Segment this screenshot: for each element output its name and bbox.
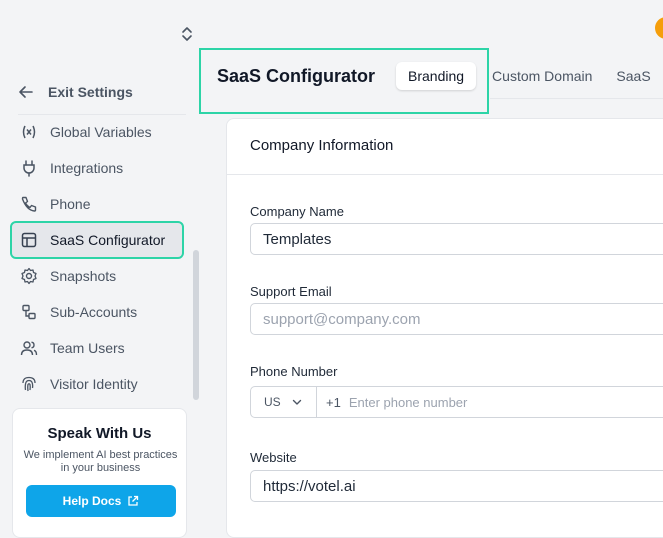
sidebar-item-label: Visitor Identity (50, 376, 138, 392)
help-docs-button[interactable]: Help Docs (26, 485, 176, 517)
company-name-label: Company Name (250, 204, 344, 219)
tabs-divider (490, 98, 663, 99)
sidebar-item-label: Global Variables (50, 124, 152, 140)
sidebar-item-sub-accounts[interactable]: Sub-Accounts (12, 295, 182, 329)
support-email-label: Support Email (250, 284, 332, 299)
top-bar (0, 0, 663, 48)
country-select[interactable]: US (251, 387, 317, 417)
sidebar-item-phone[interactable]: Phone (12, 187, 182, 221)
tab-custom-domain[interactable]: Custom Domain (480, 62, 604, 90)
expand-selector-icon[interactable] (180, 25, 194, 43)
arrow-left-icon (19, 86, 33, 98)
promo-subtitle: We implement AI best practices in your b… (23, 449, 178, 474)
tab-bar: Branding Custom Domain SaaS (392, 60, 663, 92)
sidebar-item-global-variables[interactable]: Global Variables (12, 115, 182, 149)
phone-number-label: Phone Number (250, 364, 338, 379)
promo-card: Speak With Us We implement AI best pract… (12, 408, 187, 538)
help-docs-label: Help Docs (62, 494, 122, 508)
external-link-icon (128, 495, 139, 506)
exit-settings-label: Exit Settings (48, 84, 133, 100)
sidebar-item-team-users[interactable]: Team Users (12, 331, 182, 365)
variable-icon (20, 123, 38, 141)
plug-icon (20, 159, 38, 177)
sidebar-item-label: Team Users (50, 340, 125, 356)
sidebar-item-snapshots[interactable]: Snapshots (12, 259, 182, 293)
layout-icon (20, 231, 38, 249)
website-input[interactable]: https://votel.ai (250, 470, 663, 502)
sidebar-scrollbar[interactable] (193, 250, 199, 400)
phone-icon (20, 195, 38, 213)
page-title: SaaS Configurator (217, 66, 376, 86)
card-title: Company Information (250, 137, 394, 154)
sidebar-item-label: Integrations (50, 160, 124, 176)
phone-number-input[interactable]: Enter phone number (349, 395, 468, 410)
support-email-input[interactable]: support@company.com (250, 303, 663, 335)
tab-branding[interactable]: Branding (396, 62, 477, 90)
card-divider (227, 174, 663, 175)
sidebar-item-saas-configurator[interactable]: SaaS Configurator (10, 221, 184, 259)
sidebar-item-label: Phone (50, 196, 91, 212)
promo-title: Speak With Us (47, 425, 152, 442)
exit-settings-link[interactable]: Exit Settings (18, 78, 186, 115)
dial-code: +1 (326, 394, 341, 410)
country-code: US (264, 395, 281, 409)
sidebar-item-label: Sub-Accounts (50, 304, 138, 320)
users-icon (20, 339, 38, 357)
company-name-input[interactable]: Templates (250, 223, 663, 255)
website-label: Website (250, 450, 297, 465)
gear-icon (20, 267, 38, 285)
sidebar-item-label: SaaS Configurator (50, 232, 166, 248)
sub-accounts-icon (20, 303, 38, 321)
fingerprint-icon (20, 375, 38, 393)
tab-saas[interactable]: SaaS (604, 62, 662, 90)
chevron-down-icon (292, 399, 301, 405)
sidebar-item-integrations[interactable]: Integrations (12, 151, 182, 185)
sidebar-item-label: Snapshots (50, 268, 117, 284)
sidebar-item-visitor-identity[interactable]: Visitor Identity (12, 367, 182, 401)
phone-number-field[interactable]: US +1 Enter phone number (250, 386, 663, 418)
